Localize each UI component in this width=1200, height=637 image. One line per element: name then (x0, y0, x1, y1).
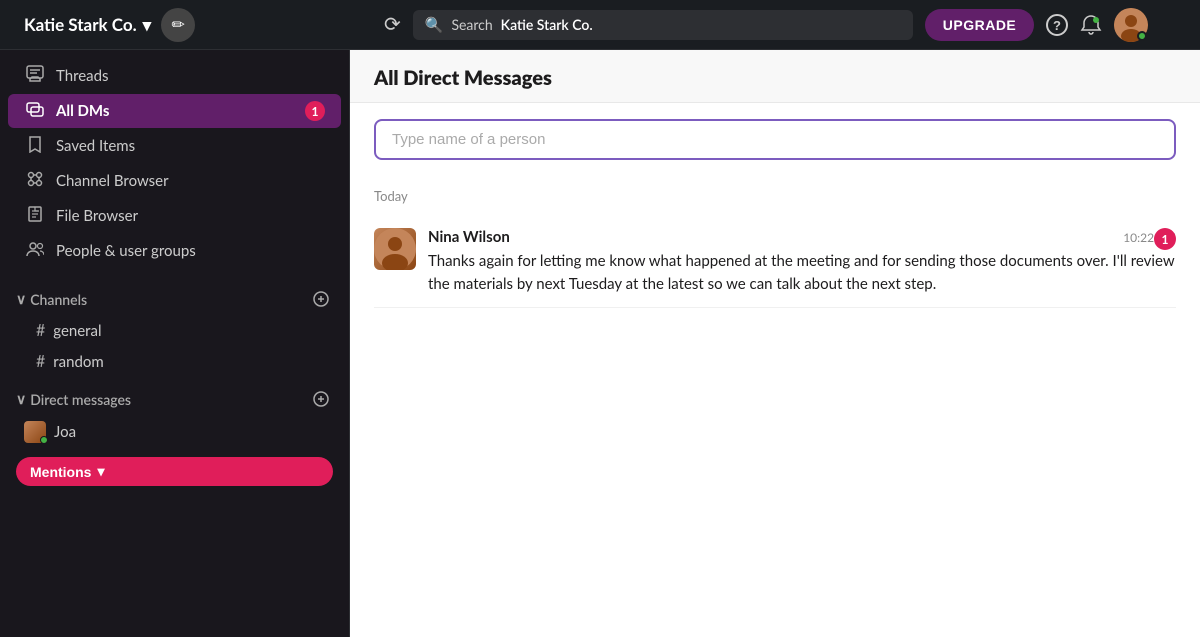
all-dms-icon (24, 100, 46, 122)
sidebar-item-people-groups[interactable]: People & user groups (8, 234, 341, 268)
mentions-label: Mentions (30, 464, 91, 480)
channels-section-header[interactable]: ∨ Channels (0, 277, 349, 315)
message-body: Nina Wilson 10:22 AM Thanks again for le… (428, 228, 1176, 295)
channels-section-chevron: ∨ (16, 290, 26, 308)
bell-button[interactable] (1080, 14, 1102, 36)
page-header: All Direct Messages (350, 50, 1200, 103)
message-unread-badge: 1 (1154, 228, 1176, 250)
channel-random-label: random (53, 353, 103, 371)
content-area: Today Nina Wilson 10:22 AM Thanks again … (350, 103, 1200, 637)
search-icon: 🔍 (425, 16, 444, 34)
edit-button[interactable]: ✏ (161, 8, 195, 42)
all-dms-badge: 1 (305, 101, 325, 121)
hash-icon: # (36, 321, 45, 340)
dm-section-chevron: ∨ (16, 390, 26, 408)
hash-icon-random: # (36, 352, 45, 371)
upgrade-label: UPGRADE (943, 17, 1017, 33)
channels-section-label: Channels (30, 291, 309, 308)
online-status-indicator (1137, 31, 1147, 41)
people-groups-label: People & user groups (56, 242, 325, 260)
main-content: All Direct Messages Today Nina Wilson 10… (350, 50, 1200, 637)
workspace-section: Katie Stark Co. ▾ ✏ (12, 8, 362, 42)
bell-icon (1080, 14, 1102, 36)
all-dms-label: All DMs (56, 102, 295, 120)
saved-icon (24, 135, 46, 157)
channel-random[interactable]: # random (8, 347, 341, 376)
channel-browser-label: Channel Browser (56, 172, 325, 190)
dm-status-indicator (40, 436, 48, 444)
message-header: Nina Wilson 10:22 AM (428, 228, 1176, 246)
saved-label: Saved Items (56, 137, 325, 155)
dm-section-label: Direct messages (30, 391, 309, 408)
svg-text:?: ? (1053, 18, 1061, 33)
sidebar-item-saved[interactable]: Saved Items (8, 129, 341, 163)
channel-browser-icon (24, 170, 46, 192)
mentions-button[interactable]: Mentions ▾ (16, 457, 333, 486)
sidebar-nav: Threads All DMs 1 Saved Ite (0, 50, 349, 277)
message-row: Nina Wilson 10:22 AM Thanks again for le… (374, 216, 1176, 308)
workspace-chevron: ▾ (143, 14, 152, 36)
help-button[interactable]: ? (1046, 14, 1068, 36)
history-button[interactable]: ⟳ (384, 12, 401, 37)
upgrade-button[interactable]: UPGRADE (925, 9, 1035, 41)
user-avatar-container[interactable] (1114, 8, 1148, 42)
person-search-input[interactable] (374, 119, 1176, 160)
dm-item-joa[interactable]: Joa (8, 416, 341, 448)
workspace-title: Katie Stark Co. (24, 14, 137, 35)
channel-general[interactable]: # general (8, 316, 341, 345)
message-sender: Nina Wilson (428, 228, 510, 246)
sidebar-item-channel-browser[interactable]: Channel Browser (8, 164, 341, 198)
message-avatar (374, 228, 416, 270)
date-divider: Today (374, 188, 1176, 204)
edit-icon: ✏ (171, 15, 184, 35)
dm-joa-label: Joa (54, 423, 76, 441)
header-right: ⟳ 🔍 Search Katie Stark Co. UPGRADE ? (372, 8, 1188, 42)
mentions-chevron: ▾ (97, 463, 104, 480)
file-browser-label: File Browser (56, 207, 325, 225)
add-channel-button[interactable] (309, 287, 333, 311)
threads-icon (24, 65, 46, 87)
search-label: Search (451, 16, 492, 33)
top-header: Katie Stark Co. ▾ ✏ ⟳ 🔍 Search Katie Sta… (0, 0, 1200, 50)
threads-label: Threads (56, 67, 325, 85)
sidebar-item-threads[interactable]: Threads (8, 59, 341, 93)
message-text: Thanks again for letting me know what ha… (428, 250, 1176, 295)
question-icon: ? (1046, 14, 1068, 36)
page-title: All Direct Messages (374, 66, 1176, 90)
history-icon: ⟳ (384, 12, 401, 37)
workspace-name[interactable]: Katie Stark Co. ▾ (24, 14, 151, 36)
add-dm-button[interactable] (309, 387, 333, 411)
main-area: Threads All DMs 1 Saved Ite (0, 50, 1200, 637)
people-groups-icon (24, 240, 46, 262)
search-workspace: Katie Stark Co. (501, 16, 593, 33)
sidebar-item-file-browser[interactable]: File Browser (8, 199, 341, 233)
dm-avatar-joa (24, 421, 46, 443)
channel-general-label: general (53, 322, 101, 340)
sidebar-item-all-dms[interactable]: All DMs 1 (8, 94, 341, 128)
search-bar[interactable]: 🔍 Search Katie Stark Co. (413, 10, 913, 40)
dm-section-header[interactable]: ∨ Direct messages (0, 377, 349, 415)
file-browser-icon (24, 205, 46, 227)
sidebar: Threads All DMs 1 Saved Ite (0, 50, 350, 637)
